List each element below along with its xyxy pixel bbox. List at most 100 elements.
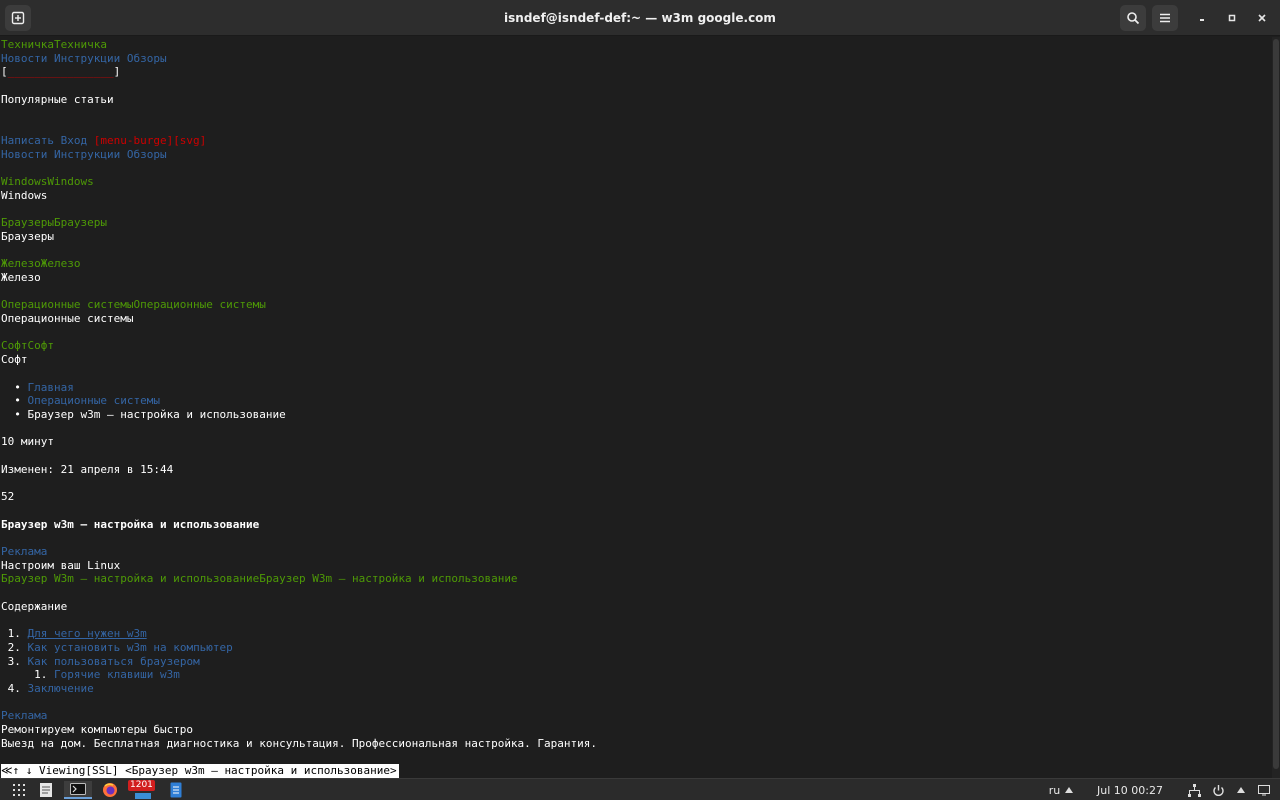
keyboard-layout-switcher[interactable]: ru: [1046, 781, 1076, 799]
terminal-line: Железо: [1, 271, 41, 285]
link-text[interactable]: Реклама: [1, 709, 47, 722]
new-tab-icon: [11, 11, 25, 25]
notification-badge: 1201: [128, 780, 155, 791]
terminal-line: 2. Как установить w3m на компьютер: [1, 641, 233, 655]
scrollbar-thumb[interactable]: [1273, 39, 1279, 769]
network-indicator[interactable]: [1186, 781, 1202, 799]
app-grid-icon: [13, 784, 25, 796]
terminal-task[interactable]: [64, 781, 92, 799]
link-text[interactable]: Горячие клавиши w3m: [54, 668, 180, 681]
link-text[interactable]: Как пользоваться браузером: [28, 655, 200, 668]
terminal-text: •: [1, 394, 28, 408]
terminal-line: БраузерыБраузеры: [1, 216, 107, 230]
terminal-view[interactable]: ≪↑ ↓ Viewing[SSL] <Браузер w3m – настрой…: [0, 37, 1272, 778]
new-tab-button[interactable]: [5, 5, 31, 31]
terminal-text: 1.: [1, 668, 54, 682]
mail-launcher[interactable]: 1201: [128, 780, 158, 799]
terminal-line: Браузер w3m – настройка и использование: [1, 518, 259, 532]
terminal-text: [: [1, 65, 8, 79]
terminal-line: Реклама: [1, 545, 47, 559]
network-icon: [1187, 783, 1201, 797]
system-menu-button[interactable]: [1234, 781, 1248, 799]
text-editor-icon: [40, 783, 52, 797]
desktop-icon: [1258, 785, 1270, 796]
link-text[interactable]: Как установить w3m на компьютер: [28, 641, 233, 654]
link-text[interactable]: Главная: [28, 381, 74, 394]
terminal-text: Содержание: [1, 599, 68, 613]
terminal-text: Браузеры: [1, 229, 54, 243]
terminal-line: Ремонтируем компьютеры быстро: [1, 723, 193, 737]
terminal-text: Ремонтируем компьютеры быстро: [1, 723, 194, 736]
terminal-text: Настроим ваш Linux: [1, 558, 121, 572]
text-editor-launcher[interactable]: [36, 781, 56, 799]
terminal-line: ТехничкаТехничка: [1, 38, 107, 52]
terminal-text: Операционные системыОперационные системы: [1, 298, 266, 312]
terminal-line: Софт: [1, 353, 28, 367]
link-text[interactable]: Операционные системы: [28, 394, 160, 407]
terminal-line: Изменен: 21 апреля в 15:44: [1, 463, 173, 477]
window-title: isndef@isndef-def:~ — w3m google.com: [504, 11, 776, 25]
terminal-text: • Браузер w3m – настройка и использовани…: [1, 407, 286, 421]
terminal-line: Новости Инструкции Обзоры: [1, 52, 167, 66]
terminal-line: 4. Заключение: [1, 682, 94, 696]
terminal-text: Браузер w3m – настройка и использование: [1, 517, 260, 531]
terminal-text: Изменен: 21 апреля в 15:44: [1, 462, 174, 476]
link-text[interactable]: Написать Вход: [1, 134, 94, 147]
app-grid-button[interactable]: [10, 781, 28, 799]
terminal-text: •: [1, 380, 28, 394]
firefox-launcher[interactable]: [98, 781, 122, 799]
terminal-line: WindowsWindows: [1, 175, 94, 189]
window-titlebar: isndef@isndef-def:~ — w3m google.com: [0, 0, 1280, 36]
terminal-scrollbar[interactable]: [1272, 37, 1280, 778]
terminal-line: Windows: [1, 189, 47, 203]
w3m-status-line: ≪↑ ↓ Viewing[SSL] <Браузер w3m – настрой…: [1, 764, 399, 778]
close-icon: [1258, 14, 1266, 22]
form-field-placeholder[interactable]: ________________: [8, 65, 114, 78]
minimize-button[interactable]: [1192, 8, 1212, 28]
close-button[interactable]: [1252, 8, 1272, 28]
terminal-text: Софт: [1, 353, 28, 367]
show-desktop-button[interactable]: [1256, 781, 1272, 799]
link-text[interactable]: Заключение: [28, 682, 94, 695]
terminal-text: WindowsWindows: [1, 175, 94, 188]
terminal-line: • Браузер w3m – настройка и использовани…: [1, 408, 286, 422]
terminal-line: Операционные системыОперационные системы: [1, 298, 266, 312]
terminal-text: Железо: [1, 270, 41, 284]
terminal-line: Написать Вход [menu-burge][svg]: [1, 134, 206, 148]
terminal-text: Популярные статьи: [1, 92, 114, 106]
search-icon: [1127, 12, 1140, 25]
taskbar: 1201 ru Jul 10 00:27: [0, 778, 1280, 800]
power-indicator[interactable]: [1210, 781, 1226, 799]
terminal-text: Windows: [1, 188, 48, 202]
terminal-line: СофтСофт: [1, 339, 54, 353]
terminal-icon: [70, 783, 86, 795]
triangle-up-icon: [1237, 787, 1245, 793]
minimize-icon: [1200, 19, 1204, 21]
keyboard-layout-label: ru: [1048, 783, 1061, 797]
search-button[interactable]: [1120, 5, 1146, 31]
terminal-line: 3. Как пользоваться браузером: [1, 655, 200, 669]
terminal-line: [________________]: [1, 65, 120, 79]
link-text[interactable]: Реклама: [1, 545, 47, 558]
document-launcher[interactable]: [166, 781, 186, 799]
link-text[interactable]: Новости Инструкции Обзоры: [1, 148, 167, 161]
terminal-text: 4.: [1, 681, 28, 695]
terminal-text: ЖелезоЖелезо: [1, 257, 81, 271]
link-text[interactable]: Новости Инструкции Обзоры: [1, 52, 167, 65]
terminal-text: 2.: [1, 640, 28, 654]
link-text[interactable]: Для чего нужен w3m: [28, 627, 147, 640]
terminal-text: Выезд на дом. Бесплатная диагностика и к…: [1, 736, 598, 750]
terminal-line: Выезд на дом. Бесплатная диагностика и к…: [1, 737, 597, 751]
menu-button[interactable]: [1152, 5, 1178, 31]
terminal-line: 52: [1, 490, 14, 504]
form-field-placeholder[interactable]: [menu-burge][svg]: [94, 134, 207, 147]
terminal-text: ]: [113, 65, 121, 79]
terminal-text: СофтСофт: [1, 339, 54, 353]
maximize-button[interactable]: [1222, 8, 1242, 28]
terminal-text: 10 минут: [1, 435, 54, 449]
terminal-line: Популярные статьи: [1, 93, 114, 107]
clock[interactable]: Jul 10 00:27: [1094, 781, 1166, 799]
document-icon: [170, 782, 182, 798]
terminal-line: • Главная: [1, 381, 74, 395]
terminal-line: ЖелезоЖелезо: [1, 257, 80, 271]
